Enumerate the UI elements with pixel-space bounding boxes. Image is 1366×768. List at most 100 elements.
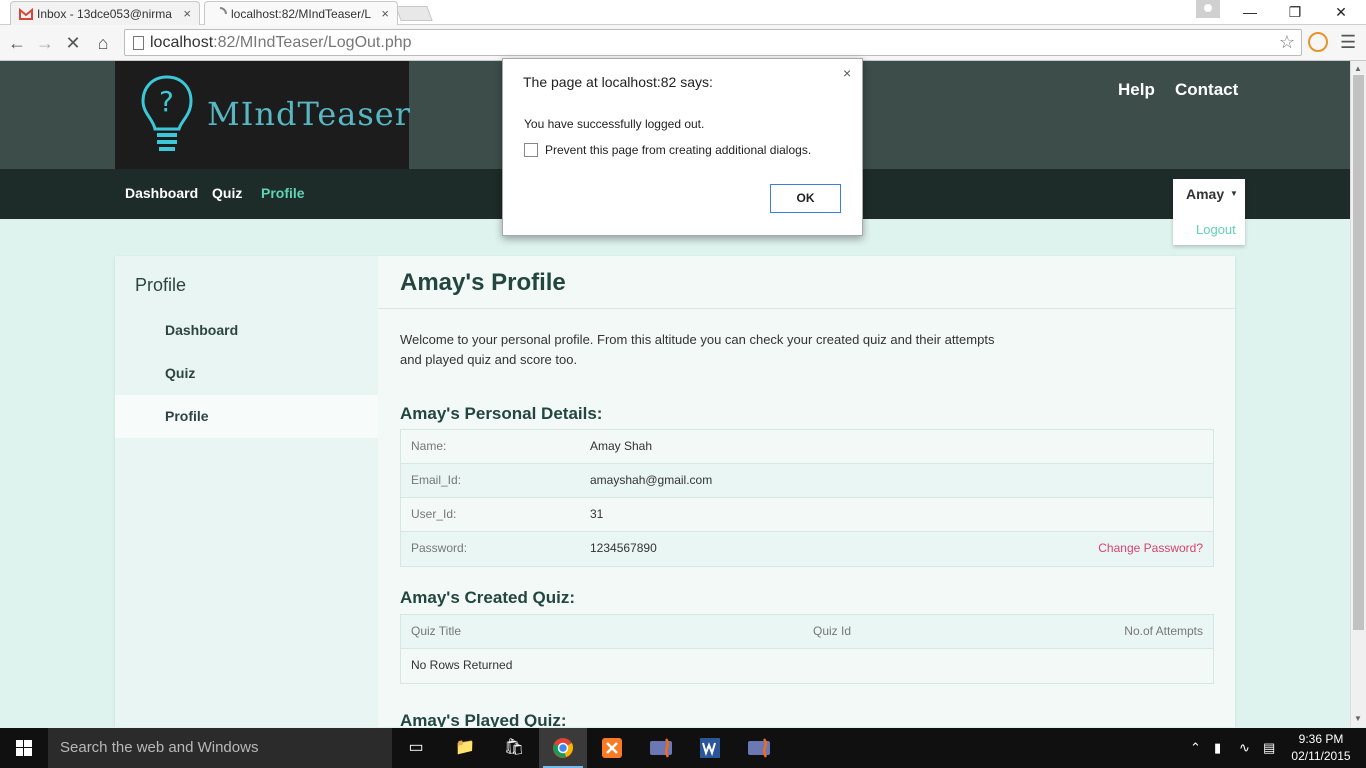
- field-value: 31: [590, 507, 604, 521]
- table-row: Email_Id: amayshah@gmail.com: [401, 464, 1213, 498]
- date: 02/11/2015: [1291, 749, 1351, 763]
- wifi-icon[interactable]: ∿: [1239, 728, 1250, 768]
- caret-down-icon[interactable]: ▼: [1230, 189, 1238, 198]
- field-label: Name:: [411, 439, 447, 453]
- change-password-link[interactable]: Change Password?: [1098, 532, 1203, 565]
- xampp-icon[interactable]: [588, 728, 636, 768]
- table-row: Password: 1234567890 Change Password?: [401, 532, 1213, 566]
- url-text: localhost:82/MIndTeaser/LogOut.php: [150, 34, 412, 51]
- table-header: Quiz Title Quiz Id No.of Attempts: [401, 615, 1213, 649]
- svg-text:?: ?: [159, 85, 174, 118]
- nav-quiz[interactable]: Quiz: [212, 185, 242, 201]
- table-row: Name: Amay Shah: [401, 430, 1213, 464]
- field-value: amayshah@gmail.com: [590, 473, 713, 487]
- windows-start-icon[interactable]: [0, 728, 48, 768]
- word-icon[interactable]: [686, 728, 734, 768]
- tab-close-icon[interactable]: ×: [381, 2, 389, 25]
- battery-icon[interactable]: ▮: [1214, 728, 1221, 768]
- logo-text: MIndTeaser: [207, 95, 412, 133]
- notifications-icon[interactable]: ▤: [1263, 728, 1275, 768]
- created-quiz-heading: Amay's Created Quiz:: [400, 588, 576, 607]
- tab-title: Inbox - 13dce053@nirma: [37, 7, 172, 21]
- gmail-icon: [19, 7, 33, 20]
- personal-details-heading: Amay's Personal Details:: [400, 404, 603, 423]
- created-quiz-table: Quiz Title Quiz Id No.of Attempts No Row…: [400, 614, 1214, 684]
- field-label: Email_Id:: [411, 473, 462, 487]
- clock[interactable]: 9:36 PM 02/11/2015: [1284, 731, 1358, 765]
- store-icon[interactable]: 🛍: [490, 728, 538, 768]
- column-header: Quiz Title: [411, 624, 462, 638]
- played-quiz-heading: Amay's Played Quiz:: [400, 711, 567, 727]
- forward-icon[interactable]: →: [33, 31, 57, 55]
- task-view-icon[interactable]: ▭: [392, 728, 440, 768]
- window-close-icon[interactable]: ✕: [1318, 0, 1364, 25]
- dialog-title: The page at localhost:82 says:: [523, 74, 713, 90]
- empty-message: No Rows Returned: [411, 658, 513, 672]
- field-label: User_Id:: [411, 507, 457, 521]
- back-icon[interactable]: ←: [5, 31, 29, 55]
- user-name[interactable]: Amay: [1186, 186, 1224, 202]
- taskbar: Search the web and Windows ▭ 📁 🛍 ⌃ ▮ ∿ ▤…: [0, 728, 1366, 768]
- logout-link[interactable]: Logout: [1196, 222, 1236, 237]
- contact-link[interactable]: Contact: [1175, 80, 1238, 100]
- help-link[interactable]: Help: [1118, 80, 1155, 100]
- scroll-down-icon[interactable]: ▼: [1354, 714, 1362, 723]
- tab-title: localhost:82/MIndTeaser/L: [231, 7, 372, 21]
- sidebar-item-profile[interactable]: Profile: [115, 395, 378, 438]
- table-row: No Rows Returned: [401, 649, 1213, 683]
- page-title: Amay's Profile: [400, 269, 566, 296]
- alert-dialog: The page at localhost:82 says: × You hav…: [502, 58, 863, 236]
- field-value: Amay Shah: [590, 439, 653, 453]
- sidebar-item-dashboard[interactable]: Dashboard: [115, 309, 378, 352]
- tab-localhost[interactable]: localhost:82/MIndTeaser/L ×: [204, 1, 398, 25]
- field-value: 1234567890: [590, 541, 657, 555]
- table-row: User_Id: 31: [401, 498, 1213, 532]
- column-header: Quiz Id: [813, 624, 852, 638]
- loading-icon: [219, 7, 227, 15]
- minimize-icon[interactable]: —: [1227, 0, 1273, 25]
- taskbar-search[interactable]: Search the web and Windows: [48, 728, 392, 768]
- column-header: No.of Attempts: [1124, 624, 1203, 638]
- user-dropdown[interactable]: Amay ▼ Logout: [1173, 179, 1245, 245]
- prevent-dialogs-label[interactable]: Prevent this page from creating addition…: [545, 143, 811, 157]
- php-designer-icon[interactable]: [637, 728, 685, 768]
- restore-icon[interactable]: ❐: [1272, 0, 1318, 25]
- ok-button[interactable]: OK: [770, 184, 841, 213]
- field-label: Password:: [411, 541, 468, 555]
- logo[interactable]: ? MIndTeaser: [115, 61, 412, 169]
- browser-tabstrip: Inbox - 13dce053@nirma × localhost:82/MI…: [0, 0, 1366, 25]
- sidebar: Profile Dashboard Quiz Profile: [115, 256, 378, 727]
- personal-details-table: Name: Amay Shah Email_Id: amayshah@gmail…: [400, 429, 1214, 567]
- divider: [378, 308, 1235, 309]
- tab-close-icon[interactable]: ×: [183, 2, 191, 25]
- dialog-message: You have successfully logged out.: [524, 117, 705, 131]
- address-bar[interactable]: localhost:82/MIndTeaser/LogOut.php ☆: [124, 29, 1302, 56]
- browser-profile-icon[interactable]: [1196, 0, 1220, 18]
- prevent-dialogs-checkbox[interactable]: [524, 143, 538, 157]
- chrome-icon[interactable]: [539, 728, 587, 768]
- home-icon[interactable]: ⌂: [91, 31, 115, 55]
- page-scrollbar[interactable]: ▲ ▼: [1350, 61, 1366, 727]
- nav-profile[interactable]: Profile: [261, 185, 305, 201]
- scrollbar-thumb[interactable]: [1353, 75, 1364, 630]
- time: 9:36 PM: [1298, 732, 1344, 746]
- intro-text: Welcome to your personal profile. From t…: [400, 332, 995, 367]
- scroll-up-icon[interactable]: ▲: [1354, 64, 1362, 73]
- sidebar-item-quiz[interactable]: Quiz: [115, 352, 378, 395]
- extension-icon[interactable]: [1308, 32, 1328, 52]
- tab-inbox[interactable]: Inbox - 13dce053@nirma ×: [10, 1, 200, 25]
- file-explorer-icon[interactable]: 📁: [441, 728, 489, 768]
- dialog-close-icon[interactable]: ×: [843, 65, 851, 81]
- browser-toolbar: ← → ✕ ⌂ localhost:82/MIndTeaser/LogOut.p…: [0, 25, 1366, 61]
- profile-main: Amay's Profile Welcome to your personal …: [378, 256, 1235, 727]
- php-designer-icon[interactable]: [735, 728, 783, 768]
- lightbulb-head-icon: ?: [141, 75, 193, 151]
- stop-icon[interactable]: ✕: [61, 31, 85, 55]
- nav-dashboard[interactable]: Dashboard: [125, 185, 198, 201]
- page-icon: [133, 36, 144, 50]
- tray-chevron-icon[interactable]: ⌃: [1190, 728, 1201, 768]
- new-tab-button[interactable]: [395, 6, 433, 21]
- bookmark-star-icon[interactable]: ☆: [1279, 32, 1295, 53]
- browser-menu-icon[interactable]: ☰: [1340, 32, 1356, 53]
- sidebar-title: Profile: [135, 275, 187, 295]
